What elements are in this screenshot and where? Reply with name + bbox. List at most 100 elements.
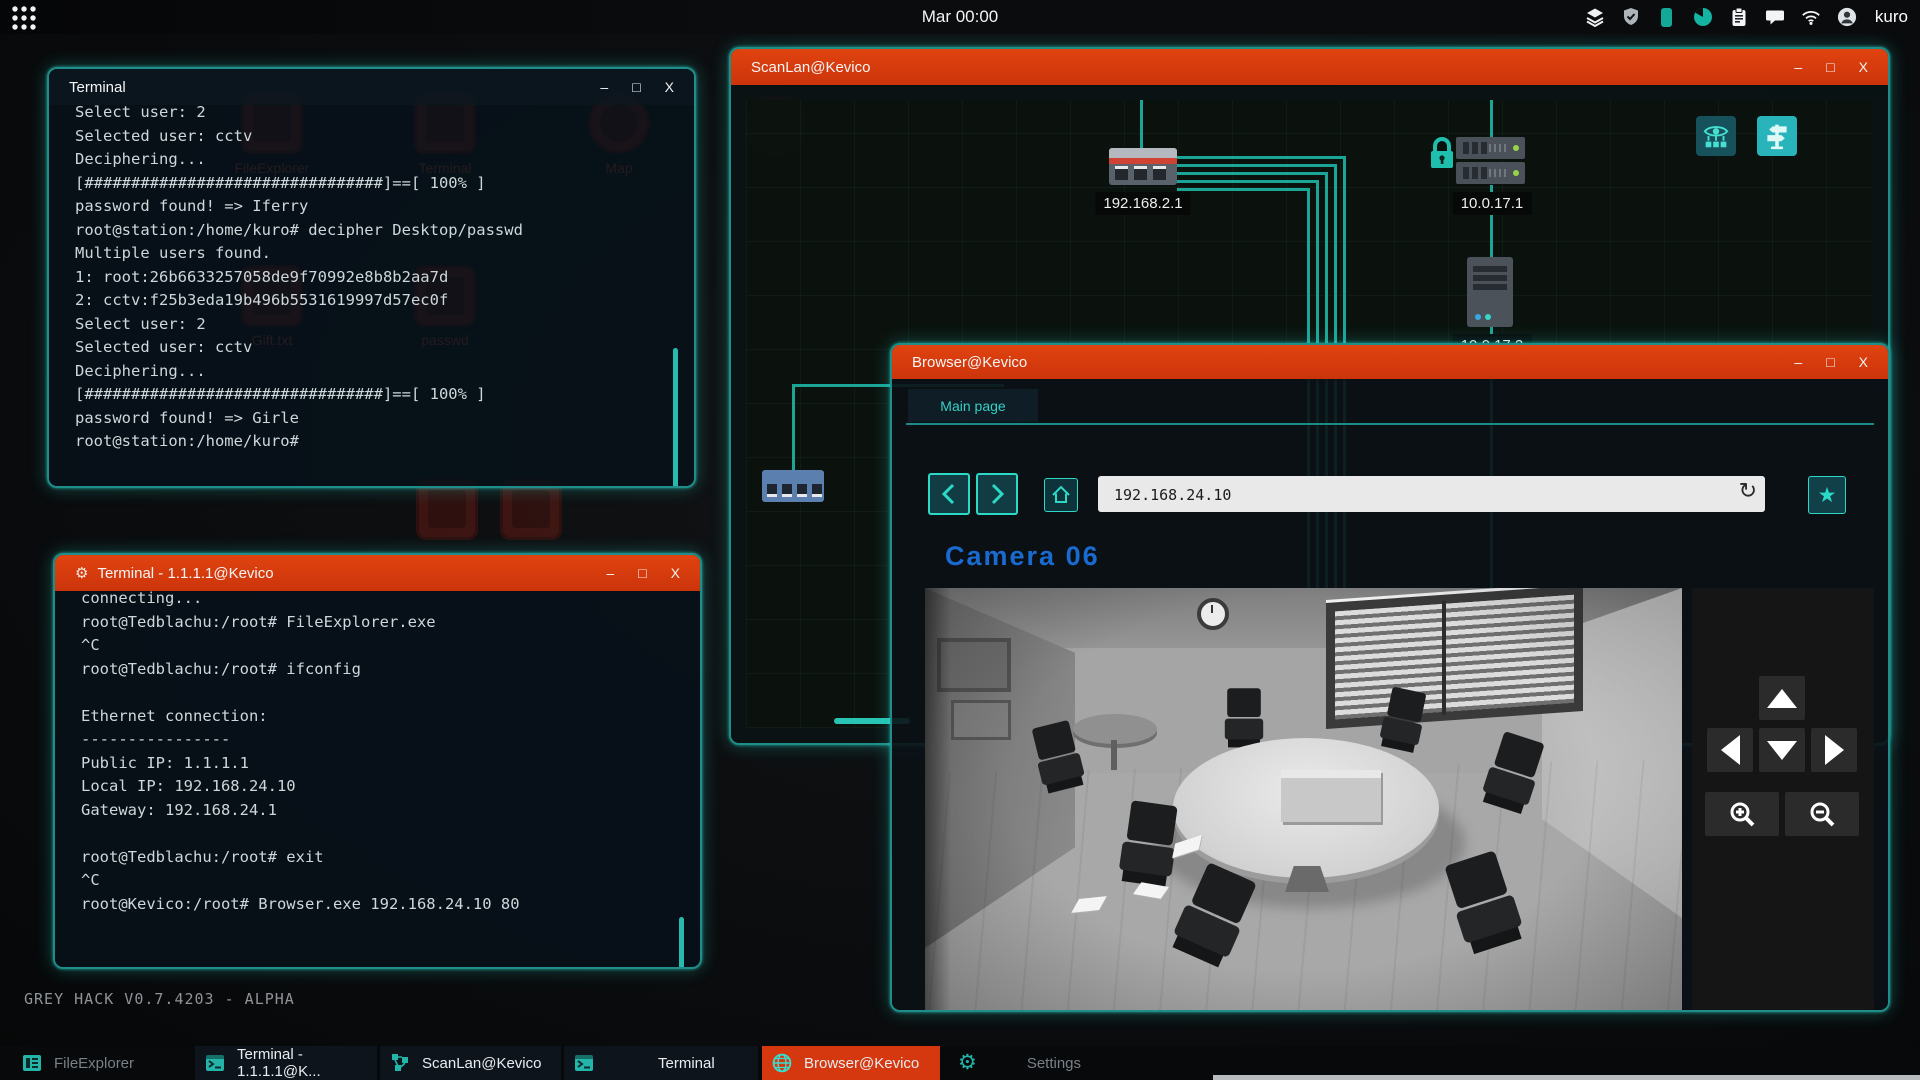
bookmark-button[interactable]: ★: [1808, 476, 1846, 514]
zoom-out-button[interactable]: [1785, 792, 1859, 836]
desktop-icon-art: [512, 490, 550, 528]
terminal-line: Select user: 2: [75, 105, 694, 125]
pan-down-button[interactable]: [1759, 728, 1805, 772]
globe-icon: [772, 1053, 792, 1073]
minimize-button[interactable]: –: [606, 555, 614, 591]
terminal-scrollbar[interactable]: [679, 917, 684, 967]
terminal-line: 1: root:26b6633257058de9f70992e8b8b2aa7d: [75, 266, 694, 290]
taskbar-label: ScanLan@Kevico: [422, 1055, 541, 1072]
taskbar-item-terminal-local[interactable]: Terminal: [564, 1046, 758, 1080]
terminal-line: ^C: [81, 634, 700, 658]
terminal-line: ^C: [81, 869, 700, 893]
refresh-icon[interactable]: ↻: [1739, 479, 1757, 504]
minimize-button[interactable]: –: [1794, 344, 1802, 380]
terminal-line: 2: cctv:f25b3eda19b496b5531619997d57ec0f: [75, 289, 694, 313]
network-node-switch[interactable]: [762, 470, 824, 502]
minimize-button[interactable]: –: [600, 69, 608, 105]
avatar-icon[interactable]: [1837, 7, 1857, 27]
network-node-router[interactable]: [1109, 148, 1177, 185]
desktop-screen: Mar 00:00 kuro: [0, 0, 1920, 1080]
maximize-button[interactable]: □: [632, 69, 640, 105]
terminal-line: root@Tedblachu:/root# FileExplorer.exe: [81, 611, 700, 635]
titlebar-scanlan[interactable]: ScanLan@Kevico – □ X: [731, 49, 1888, 85]
window-title: Browser@Kevico: [912, 354, 1027, 371]
network-node-server[interactable]: [1456, 162, 1525, 184]
maximize-button[interactable]: □: [638, 555, 646, 591]
pan-up-button[interactable]: [1759, 676, 1805, 720]
browser-tab-main-page[interactable]: Main page: [908, 389, 1038, 422]
close-button[interactable]: X: [665, 69, 674, 105]
taskbar-item-scanlan[interactable]: ScanLan@Kevico: [380, 1046, 561, 1080]
terminal-lines: connecting...root@Tedblachu:/root# FileE…: [81, 591, 700, 916]
terminal-output-area[interactable]: Select user: 2Selected user: cctvDeciphe…: [49, 105, 694, 486]
minimize-button[interactable]: –: [1794, 49, 1802, 85]
desktop-icon-art: [428, 490, 466, 528]
window-controls: – □ X: [1794, 49, 1868, 85]
window-terminal-local: Terminal – □ X Select user: 2Selected us…: [47, 67, 696, 488]
pie-chart-icon[interactable]: [1693, 7, 1713, 27]
network-link: [792, 384, 795, 472]
taskbar-label: Terminal - 1.1.1.1@K...: [237, 1046, 377, 1080]
network-node-server[interactable]: [1456, 137, 1525, 159]
network-link: [1177, 188, 1310, 191]
url-input[interactable]: [1112, 476, 1683, 514]
taskbar-label: Browser@Kevico: [804, 1055, 919, 1072]
camera-feed: [925, 588, 1682, 1012]
browser-body: Main page ↻ ★ Camera 06: [892, 379, 1888, 1010]
camera-control-panel: [1692, 588, 1874, 1012]
terminal-line: Ethernet connection:: [81, 705, 700, 729]
layers-icon[interactable]: [1585, 7, 1605, 27]
page-heading: Camera 06: [945, 541, 1100, 572]
game-version-text: GREY HACK V0.7.4203 - ALPHA: [24, 990, 295, 1008]
terminal-line: [81, 822, 700, 846]
titlebar-terminal-remote[interactable]: ⚙ Terminal - 1.1.1.1@Kevico – □ X: [55, 555, 700, 591]
close-button[interactable]: X: [1859, 49, 1868, 85]
top-status-bar: Mar 00:00 kuro: [0, 0, 1920, 34]
back-button[interactable]: [928, 473, 970, 515]
terminal-line: Gateway: 192.168.24.1: [81, 799, 700, 823]
terminal-line: password found! => Girle: [75, 407, 694, 431]
terminal-line: root@Tedblachu:/root# exit: [81, 846, 700, 870]
titlebar-terminal-local[interactable]: Terminal – □ X: [49, 69, 694, 105]
chat-icon[interactable]: [1765, 7, 1785, 27]
gear-icon: ⚙: [958, 1046, 977, 1080]
clipboard-icon[interactable]: [1729, 7, 1749, 27]
terminal-line: [################################]==[ 10…: [75, 383, 694, 407]
pan-left-button[interactable]: [1707, 728, 1753, 772]
taskbar-label: FileExplorer: [54, 1055, 134, 1072]
taskbar-item-terminal-remote[interactable]: Terminal - 1.1.1.1@K...: [195, 1046, 377, 1080]
node-ip-label: 192.168.2.1: [1095, 192, 1190, 215]
maximize-button[interactable]: □: [1826, 49, 1834, 85]
routes-button[interactable]: [1757, 116, 1797, 156]
shield-icon[interactable]: [1621, 7, 1641, 27]
battery-icon[interactable]: [1657, 7, 1677, 27]
taskbar-item-browser[interactable]: Browser@Kevico: [762, 1046, 940, 1080]
network-monitor-button[interactable]: [1696, 116, 1736, 156]
url-bar: ↻: [1098, 476, 1765, 512]
close-button[interactable]: X: [1859, 344, 1868, 380]
username[interactable]: kuro: [1875, 7, 1908, 27]
pan-right-button[interactable]: [1811, 728, 1857, 772]
terminal-output-area[interactable]: connecting...root@Tedblachu:/root# FileE…: [55, 591, 700, 967]
terminal-line: Selected user: cctv: [75, 125, 694, 149]
close-button[interactable]: X: [671, 555, 680, 591]
wifi-icon[interactable]: [1801, 7, 1821, 27]
home-button[interactable]: [1044, 478, 1078, 512]
terminal-line: Select user: 2: [75, 313, 694, 337]
terminal-line: root@station:/home/kuro#: [75, 430, 694, 454]
zoom-in-button[interactable]: [1705, 792, 1779, 836]
taskbar-item-settings[interactable]: ⚙ Settings: [948, 1046, 1081, 1080]
terminal-line: Multiple users found.: [75, 242, 694, 266]
network-node-tower[interactable]: [1467, 257, 1513, 327]
terminal-scrollbar[interactable]: [673, 348, 678, 486]
titlebar-browser[interactable]: Browser@Kevico – □ X: [892, 345, 1888, 379]
terminal-line: root@station:/home/kuro# decipher Deskto…: [75, 219, 694, 243]
terminal-icon: [574, 1053, 594, 1073]
file-explorer-icon: [22, 1053, 42, 1073]
network-link: [1140, 100, 1143, 150]
node-art: [1473, 264, 1507, 290]
tab-underline: [906, 423, 1874, 425]
forward-button[interactable]: [976, 473, 1018, 515]
maximize-button[interactable]: □: [1826, 344, 1834, 380]
taskbar-item-fileexplorer[interactable]: FileExplorer: [12, 1046, 134, 1080]
